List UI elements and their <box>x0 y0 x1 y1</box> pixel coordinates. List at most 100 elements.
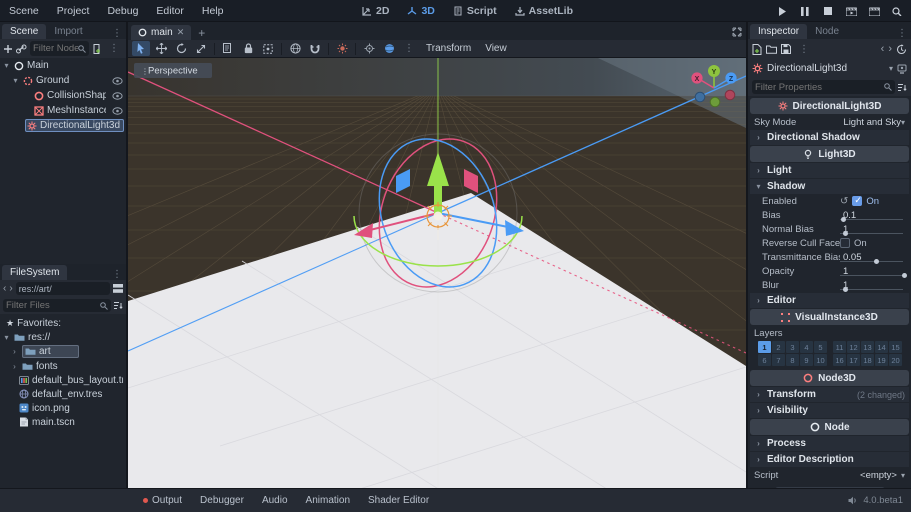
fs-row-fonts[interactable]: › fonts <box>0 359 126 373</box>
split-mode-icon[interactable] <box>113 284 123 293</box>
instance-scene-icon[interactable] <box>16 44 27 54</box>
transmittance-bias-slider[interactable]: 0.05 <box>840 250 905 264</box>
layer-cell[interactable]: 12 <box>847 341 860 353</box>
layer-cell[interactable]: 7 <box>772 354 785 366</box>
workspace-2d[interactable]: 2D <box>355 0 396 22</box>
nav-forward-icon[interactable]: › <box>9 283 12 294</box>
bottom-tab-output[interactable]: Output <box>134 495 191 506</box>
chevron-down-icon[interactable]: ▾ <box>901 118 905 127</box>
movie-maker-button[interactable] <box>887 2 907 20</box>
snap-button[interactable] <box>306 41 324 56</box>
menu-help[interactable]: Help <box>193 0 233 22</box>
current-path[interactable]: res://art/ <box>16 282 110 295</box>
scene-dock-menu-icon[interactable]: ⋮ <box>108 28 126 39</box>
layer-cell[interactable]: 11 <box>833 341 846 353</box>
tab-node[interactable]: Node <box>807 24 847 39</box>
expand-icon[interactable]: › <box>10 362 19 371</box>
layer-cell[interactable]: 10 <box>814 354 827 366</box>
chevron-down-icon[interactable]: ▾ <box>901 471 905 480</box>
stop-button[interactable] <box>818 2 838 20</box>
layer-cell[interactable]: 17 <box>847 354 860 366</box>
new-scene-tab-icon[interactable]: + <box>191 26 212 40</box>
layer-cell[interactable]: 6 <box>758 354 771 366</box>
filesystem-dock-menu-icon[interactable]: ⋮ <box>108 269 126 280</box>
layer-cell[interactable]: 2 <box>772 341 785 353</box>
bottom-tab-debugger[interactable]: Debugger <box>191 495 253 506</box>
pause-button[interactable] <box>795 2 815 20</box>
section-transform[interactable]: ›Transform (2 changed) <box>750 387 909 402</box>
rotate-tool-button[interactable] <box>172 41 190 56</box>
chevron-down-icon[interactable]: ▾ <box>889 64 893 73</box>
fs-row-default-env[interactable]: default_env.tres <box>0 387 126 401</box>
layer-cell[interactable]: 4 <box>800 341 813 353</box>
section-editor[interactable]: ›Editor <box>750 293 909 308</box>
sky-mode-dropdown[interactable]: Light and Sky <box>843 117 901 128</box>
load-resource-icon[interactable] <box>766 45 777 54</box>
menu-editor[interactable]: Editor <box>147 0 192 22</box>
layer-cell[interactable]: 19 <box>875 354 888 366</box>
move-tool-button[interactable] <box>152 41 170 56</box>
history-forward-icon[interactable]: › <box>888 43 892 55</box>
bottom-tab-shader-editor[interactable]: Shader Editor <box>359 495 438 506</box>
section-visibility[interactable]: ›Visibility <box>750 403 909 418</box>
y-move-handle[interactable] <box>434 184 442 214</box>
scale-tool-button[interactable] <box>192 41 210 56</box>
script-dropdown[interactable]: <empty> <box>860 470 897 481</box>
speaker-icon[interactable] <box>848 496 858 505</box>
section-light[interactable]: ›Light <box>750 163 909 178</box>
preview-sunlight-button[interactable] <box>333 41 351 56</box>
section-process[interactable]: ›Process <box>750 436 909 451</box>
favorites-row[interactable]: ★ Favorites: <box>0 316 126 330</box>
tab-import[interactable]: Import <box>46 24 90 39</box>
history-icon[interactable] <box>896 44 907 55</box>
normal-bias-slider[interactable]: 1 <box>840 222 905 236</box>
focus-selection-button[interactable] <box>360 41 378 56</box>
history-back-icon[interactable]: ‹ <box>881 43 885 55</box>
section-directional-shadow[interactable]: ›Directional Shadow <box>750 130 909 145</box>
transform-menu[interactable]: Transform <box>420 43 477 54</box>
expand-icon[interactable]: › <box>10 347 19 356</box>
layer-cell[interactable]: 13 <box>861 341 874 353</box>
section-shadow[interactable]: ▾Shadow <box>750 179 909 194</box>
workspace-assetlib[interactable]: AssetLib <box>508 0 580 22</box>
local-space-button[interactable] <box>286 41 304 56</box>
fs-row-art[interactable]: › art <box>0 344 126 359</box>
play-custom-scene-button[interactable] <box>864 2 884 20</box>
resource-menu-icon[interactable]: ⋮ <box>795 44 813 55</box>
layer-cell[interactable]: 5 <box>814 341 827 353</box>
reverse-cull-checkbox[interactable] <box>840 238 850 248</box>
bias-slider[interactable]: 0.1 <box>840 208 905 222</box>
scene-toolbar-menu-icon[interactable]: ⋮ <box>105 43 123 54</box>
layer-cell[interactable]: 20 <box>889 354 902 366</box>
bottom-tab-audio[interactable]: Audio <box>253 495 297 506</box>
layer-cell[interactable]: 8 <box>786 354 799 366</box>
perspective-button[interactable]: ⋮ Perspective <box>134 63 212 78</box>
tab-filesystem[interactable]: FileSystem <box>2 265 67 280</box>
section-editor-description[interactable]: ›Editor Description <box>750 452 909 467</box>
opacity-slider[interactable]: 1 <box>840 264 905 278</box>
save-icon[interactable] <box>781 44 791 54</box>
layer-cell[interactable]: 1 <box>758 341 771 353</box>
layer-cell[interactable]: 14 <box>875 341 888 353</box>
sort-files-icon[interactable] <box>114 301 123 310</box>
extra-resource-options-icon[interactable] <box>897 64 907 74</box>
workspace-script[interactable]: Script <box>446 0 504 22</box>
fs-row-default-bus-layout[interactable]: default_bus_layout.tres <box>0 373 126 387</box>
tab-scene[interactable]: Scene <box>2 24 46 39</box>
visibility-eye-icon[interactable] <box>112 77 123 85</box>
blur-slider[interactable]: 1 <box>840 278 905 292</box>
layer-cell[interactable]: 9 <box>800 354 813 366</box>
workspace-3d[interactable]: 3D <box>400 0 441 22</box>
select-tool-button[interactable] <box>132 41 150 56</box>
version-label[interactable]: 4.0.beta1 <box>863 495 903 506</box>
lock-button[interactable] <box>239 41 257 56</box>
view-options-menu-icon[interactable]: ⋮ <box>400 43 418 54</box>
inspector-dock-menu-icon[interactable]: ⋮ <box>893 28 911 39</box>
property-favorites-icon[interactable] <box>898 83 907 92</box>
filter-properties-input[interactable] <box>755 82 884 93</box>
layer-cell[interactable]: 3 <box>786 341 799 353</box>
edited-object-row[interactable]: DirectionalLight3d ▾ <box>748 59 911 78</box>
enabled-checkbox[interactable] <box>852 196 862 206</box>
scene-tab-main[interactable]: main ✕ <box>131 25 191 40</box>
collapse-icon[interactable]: ▾ <box>11 76 20 85</box>
